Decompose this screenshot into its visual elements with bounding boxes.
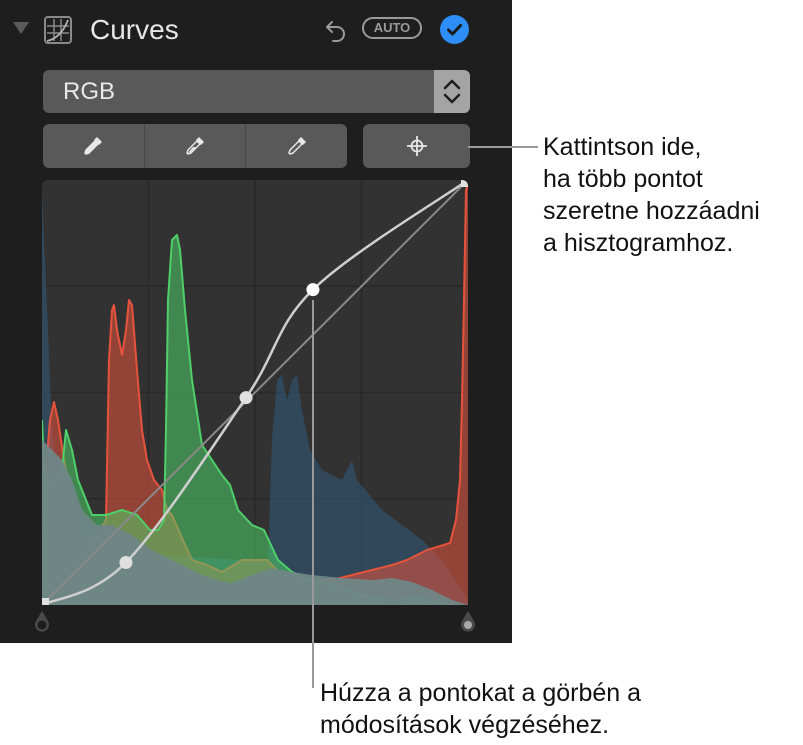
channel-select[interactable]: RGB (43, 70, 470, 113)
disclosure-triangle-down-icon[interactable] (13, 22, 29, 34)
callout-line-drag-points (312, 300, 314, 688)
eyedropper-segmented-control (43, 124, 347, 168)
checkmark-icon (447, 24, 462, 36)
eyedropper-outline-icon (287, 137, 306, 155)
eyedropper-half-icon (186, 137, 204, 155)
gray-point-eyedropper[interactable] (143, 124, 246, 168)
histogram-canvas[interactable] (42, 180, 468, 605)
auto-button[interactable]: AUTO (362, 17, 422, 39)
crosshair-icon (406, 136, 427, 156)
select-stepper[interactable] (434, 70, 470, 113)
done-button[interactable] (440, 15, 469, 44)
black-point-handle[interactable] (33, 610, 51, 634)
curves-icon (44, 16, 72, 44)
channel-select-value: RGB (63, 78, 116, 105)
white-point-eyedropper[interactable] (245, 124, 347, 168)
white-point-handle[interactable] (459, 610, 477, 634)
panel-title: Curves (90, 14, 179, 45)
black-point-eyedropper[interactable] (43, 124, 144, 168)
callout-add-points: Kattintson ide, ha több pontot szeretne … (543, 133, 760, 257)
curves-header: Curves AUTO (0, 0, 512, 62)
eyedropper-filled-icon (84, 137, 103, 155)
chevron-up-down-icon (443, 79, 461, 104)
histogram-graph[interactable] (42, 180, 468, 605)
curve-control-point[interactable] (306, 283, 320, 297)
callout-drag-points: Húzza a pontokat a görbén a módosítások … (320, 679, 642, 739)
undo-icon[interactable] (324, 16, 348, 42)
curve-endpoint[interactable] (42, 598, 49, 605)
curve-control-point[interactable] (239, 391, 253, 405)
callout-line-add-points (468, 146, 538, 148)
curve-endpoint[interactable] (461, 180, 468, 187)
curves-panel: Curves AUTO RGB (0, 0, 512, 643)
add-points-button[interactable] (363, 124, 470, 168)
curve-control-point[interactable] (119, 556, 133, 569)
